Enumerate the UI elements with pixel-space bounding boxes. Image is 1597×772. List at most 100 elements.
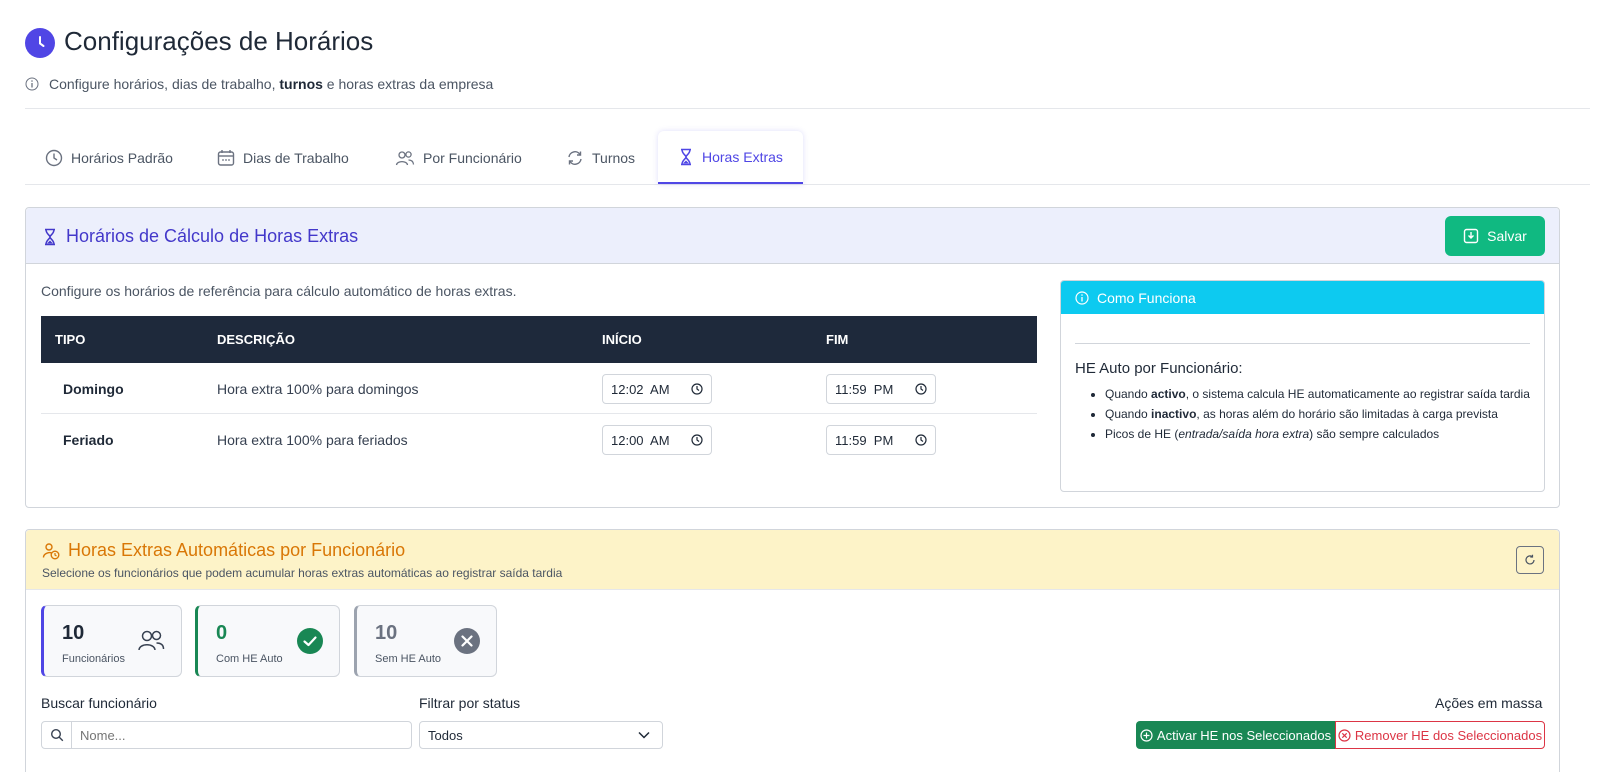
subtitle-text-end: e horas extras da empresa [322,76,494,92]
schedule-table: TIPO DESCRIÇÃO INÍCIO FIM Domingo Hora e… [41,316,1037,465]
tab-label: Dias de Trabalho [243,149,349,166]
stat-value: 10 [375,622,398,644]
clock-icon [915,434,927,446]
stat-total-employees: 10 Funcionários [41,605,182,677]
table-row: Feriado Hora extra 100% para feriados 12… [41,414,1037,465]
user-clock-icon [42,542,60,560]
tab-label: Horários Padrão [71,149,173,166]
remove-selected-button[interactable]: Remover HE dos Seleccionados [1335,721,1545,749]
start-time-input[interactable]: 12:00 AM [602,425,712,455]
row-tipo: Feriado [63,432,114,448]
users-icon [137,628,165,652]
chevron-down-icon [638,731,650,739]
save-icon [1463,228,1479,244]
users-icon [395,149,415,167]
stat-without-auto-overtime: 10 Sem HE Auto [354,605,497,677]
clock-icon [691,434,703,446]
schedule-description: Configure os horários de referência para… [41,283,517,299]
check-circle-icon [297,628,323,654]
subtitle-text: Configure horários, dias de trabalho, [49,76,280,92]
select-value: Todos [428,727,463,743]
tab-dias-de-trabalho[interactable]: Dias de Trabalho [197,131,369,184]
save-label: Salvar [1487,228,1527,244]
clock-icon [915,383,927,395]
stat-value: 10 [62,622,85,644]
calendar-icon [217,149,235,167]
list-item: Quando inactivo, as horas além do horári… [1105,405,1531,423]
how-it-works-list: Quando activo, o sistema calcula HE auto… [1091,385,1531,445]
save-button[interactable]: Salvar [1445,216,1545,256]
how-it-works-header: Como Funciona [1061,281,1544,314]
row-descricao: Hora extra 100% para feriados [217,432,408,448]
divider [1075,343,1530,344]
stat-label: Com HE Auto [216,653,283,665]
x-circle-icon [1338,728,1351,742]
tab-label: Turnos [592,149,636,166]
overtime-schedule-card: Horários de Cálculo de Horas Extras Salv… [25,207,1560,508]
search-label: Buscar funcionário [41,695,157,711]
card-title: Horas Extras Automáticas por Funcionário [42,540,405,561]
row-tipo: Domingo [63,381,124,397]
tab-label: Horas Extras [702,148,783,165]
card-title: Horários de Cálculo de Horas Extras [42,226,358,247]
list-item: Quando activo, o sistema calcula HE auto… [1105,385,1531,403]
refresh-icon [566,149,584,167]
hourglass-icon [678,148,694,166]
tab-bar: Horários Padrão Dias de Trabalho Por Fun… [25,131,1590,185]
auto-overtime-card: Horas Extras Automáticas por Funcionário… [25,529,1560,772]
list-item: Picos de HE (entrada/saída hora extra) s… [1105,425,1531,443]
tab-horas-extras[interactable]: Horas Extras [658,131,803,184]
stat-with-auto-overtime: 0 Com HE Auto [195,605,340,677]
table-header: TIPO DESCRIÇÃO INÍCIO FIM [41,316,1037,363]
start-time-input[interactable]: 12:02 AM [602,374,712,404]
search-field [41,721,412,749]
stat-label: Sem HE Auto [375,653,442,665]
card-header: Horas Extras Automáticas por Funcionário… [26,530,1559,590]
search-icon [42,722,72,748]
button-label: Remover HE dos Seleccionados [1354,727,1543,743]
bulk-actions-label: Ações em massa [1435,695,1543,711]
stat-label: Funcionários [62,653,125,665]
col-tipo: TIPO [55,332,86,347]
card-title-text: Horários de Cálculo de Horas Extras [66,226,359,246]
row-descricao: Hora extra 100% para domingos [217,381,419,397]
end-time-input[interactable]: 11:59 PM [826,425,936,455]
time-value: 12:00 AM [611,432,670,448]
clock-icon [691,383,703,395]
tab-label: Por Funcionário [423,149,522,166]
tab-turnos[interactable]: Turnos [546,131,655,184]
col-fim: FIM [826,332,849,347]
clock-icon [45,149,63,167]
time-value: 11:59 PM [835,381,894,397]
how-it-works-subtitle: HE Auto por Funcionário: [1075,360,1243,377]
end-time-input[interactable]: 11:59 PM [826,374,936,404]
tab-horarios-padrao[interactable]: Horários Padrão [25,131,193,184]
page-subtitle: Configure horários, dias de trabalho, tu… [25,76,493,92]
activate-selected-button[interactable]: Activar HE nos Seleccionados [1136,721,1335,749]
refresh-icon [1524,554,1536,566]
card-subtitle: Selecione os funcionários que podem acum… [42,566,563,580]
tab-por-funcionario[interactable]: Por Funcionário [375,131,542,184]
page-title: Configurações de Horários [64,26,374,56]
time-value: 12:02 AM [611,381,670,397]
x-circle-icon [454,628,480,654]
clock-icon [25,28,55,58]
table-row: Domingo Hora extra 100% para domingos 12… [41,363,1037,414]
stat-value: 0 [216,622,228,644]
button-label: Activar HE nos Seleccionados [1156,727,1332,743]
card-header: Horários de Cálculo de Horas Extras Salv… [26,208,1559,264]
refresh-button[interactable] [1516,546,1544,574]
filter-label: Filtrar por status [419,695,521,711]
card-title-text: Horas Extras Automáticas por Funcionário [68,540,406,560]
col-inicio: INÍCIO [602,332,642,347]
hourglass-icon [42,228,58,246]
how-it-works-title: Como Funciona [1097,289,1196,306]
plus-circle-icon [1140,728,1153,742]
subtitle-bold: turnos [279,76,323,92]
info-icon [1075,290,1089,305]
how-it-works-card: Como Funciona HE Auto por Funcionário: Q… [1060,280,1545,492]
status-filter-select[interactable]: Todos [419,721,663,749]
search-input[interactable] [72,723,402,747]
divider [25,108,1590,109]
info-icon [25,77,39,91]
